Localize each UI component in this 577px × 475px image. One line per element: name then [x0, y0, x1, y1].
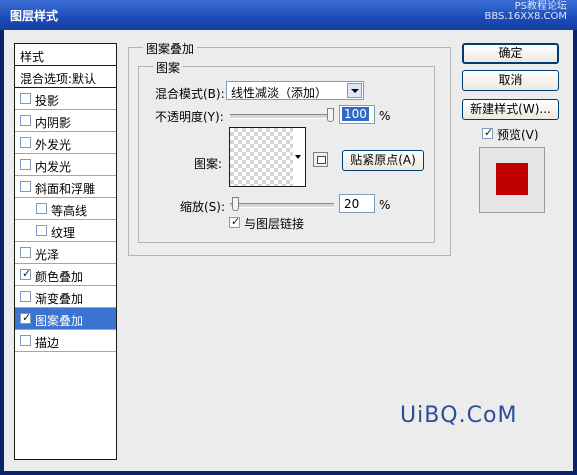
pattern-overlay-title: 图案叠加: [143, 40, 198, 57]
opacity-value: 100: [342, 107, 369, 121]
pattern-subgroup-title: 图案: [153, 59, 184, 76]
check-icon: ✓: [22, 311, 32, 324]
style-item-label: 斜面和浮雕: [35, 182, 96, 196]
check-icon: ✓: [484, 126, 494, 139]
styles-header-label: 样式: [20, 50, 45, 64]
style-item-label: 图案叠加: [35, 314, 84, 328]
style-item-label: 等高线: [51, 204, 88, 218]
scale-input[interactable]: 20: [339, 194, 375, 213]
inner-shadow-checkbox[interactable]: [20, 115, 31, 126]
contour-checkbox[interactable]: [36, 203, 47, 214]
style-item-stroke[interactable]: 描边: [15, 330, 116, 352]
blend-mode-value: 线性减淡（添加）: [231, 86, 328, 100]
style-list: 样式 混合选项:默认 投影 内阴影 外发光 内发光 斜面和浮雕 等高线 纹理 光…: [14, 43, 117, 460]
preview-label: 预览(V): [497, 128, 539, 142]
style-item-label: 光泽: [35, 248, 60, 262]
pattern-label: 图案:: [194, 157, 223, 171]
scale-slider-thumb[interactable]: [231, 197, 239, 211]
style-item-label: 颜色叠加: [35, 270, 84, 284]
outer-glow-checkbox[interactable]: [20, 137, 31, 148]
style-item-outer-glow[interactable]: 外发光: [15, 132, 116, 154]
texture-checkbox[interactable]: [36, 225, 47, 236]
gradient-overlay-checkbox[interactable]: [20, 291, 31, 302]
scale-unit: %: [379, 198, 391, 212]
ok-button[interactable]: 确定: [462, 43, 559, 64]
chevron-down-icon[interactable]: [347, 83, 362, 98]
blend-options-label: 混合选项:默认: [20, 72, 97, 86]
style-item-label: 内发光: [35, 160, 72, 174]
style-item-label: 外发光: [35, 138, 72, 152]
style-item-pattern-overlay[interactable]: ✓ 图案叠加: [15, 308, 116, 330]
cancel-button[interactable]: 取消: [462, 70, 559, 91]
style-item-color-overlay[interactable]: ✓ 颜色叠加: [15, 264, 116, 286]
style-item-contour[interactable]: 等高线: [15, 198, 116, 220]
style-item-label: 描边: [35, 336, 60, 350]
style-preview: [479, 147, 545, 213]
preview-checkbox[interactable]: ✓: [482, 126, 494, 139]
pattern-overlay-checkbox[interactable]: ✓: [20, 311, 32, 324]
check-icon: ✓: [22, 267, 32, 280]
pattern-swatch[interactable]: [229, 127, 294, 187]
opacity-slider-thumb[interactable]: [327, 108, 334, 122]
color-overlay-checkbox[interactable]: ✓: [20, 267, 32, 280]
watermark-top-line2: BBS.16XX8.COM: [484, 11, 567, 22]
window-title: 图层样式: [10, 9, 59, 23]
style-item-label: 纹理: [51, 226, 76, 240]
style-item-gradient-overlay[interactable]: 渐变叠加: [15, 286, 116, 308]
opacity-unit: %: [379, 109, 391, 123]
opacity-label: 不透明度(Y):: [155, 110, 224, 124]
style-item-label: 渐变叠加: [35, 292, 84, 306]
blend-mode-label: 混合模式(B):: [155, 87, 225, 101]
title-bar[interactable]: 图层样式 PS教程论坛 BBS.16XX8.COM: [0, 0, 577, 30]
style-item-inner-shadow[interactable]: 内阴影: [15, 110, 116, 132]
satin-checkbox[interactable]: [20, 247, 31, 258]
stroke-checkbox[interactable]: [20, 335, 31, 346]
watermark-bottom: UiBQ.CoM: [400, 403, 518, 428]
style-item-label: 投影: [35, 94, 60, 108]
styles-header[interactable]: 样式: [15, 44, 116, 66]
style-item-drop-shadow[interactable]: 投影: [15, 88, 116, 110]
blend-mode-select[interactable]: 线性减淡（添加）: [226, 81, 364, 100]
snap-to-origin-button[interactable]: 贴紧原点(A): [342, 150, 424, 171]
new-style-button[interactable]: 新建样式(W)...: [462, 99, 559, 120]
style-item-label: 内阴影: [35, 116, 72, 130]
style-item-texture[interactable]: 纹理: [15, 220, 116, 242]
layer-style-dialog: 图层样式 PS教程论坛 BBS.16XX8.COM 样式 混合选项:默认 投影 …: [0, 0, 577, 475]
style-item-inner-glow[interactable]: 内发光: [15, 154, 116, 176]
inner-glow-checkbox[interactable]: [20, 159, 31, 170]
new-preset-button[interactable]: [313, 152, 328, 167]
new-preset-icon: [317, 156, 326, 164]
scale-label: 缩放(S):: [180, 200, 226, 214]
opacity-input[interactable]: 100: [339, 105, 375, 124]
pattern-picker-arrow[interactable]: [293, 127, 306, 187]
chevron-down-icon: [295, 155, 301, 159]
link-with-layer-checkbox[interactable]: ✓: [229, 215, 241, 228]
drop-shadow-checkbox[interactable]: [20, 93, 31, 104]
blend-options-row[interactable]: 混合选项:默认: [15, 66, 116, 88]
opacity-slider-track[interactable]: [230, 114, 334, 119]
style-item-satin[interactable]: 光泽: [15, 242, 116, 264]
scale-slider-track[interactable]: [230, 203, 334, 208]
preview-swatch: [496, 163, 528, 195]
scale-value: 20: [344, 197, 360, 211]
link-with-layer-label: 与图层链接: [244, 217, 305, 231]
bevel-emboss-checkbox[interactable]: [20, 181, 31, 192]
style-item-bevel-emboss[interactable]: 斜面和浮雕: [15, 176, 116, 198]
watermark-top: PS教程论坛 BBS.16XX8.COM: [484, 2, 567, 22]
check-icon: ✓: [231, 215, 241, 228]
